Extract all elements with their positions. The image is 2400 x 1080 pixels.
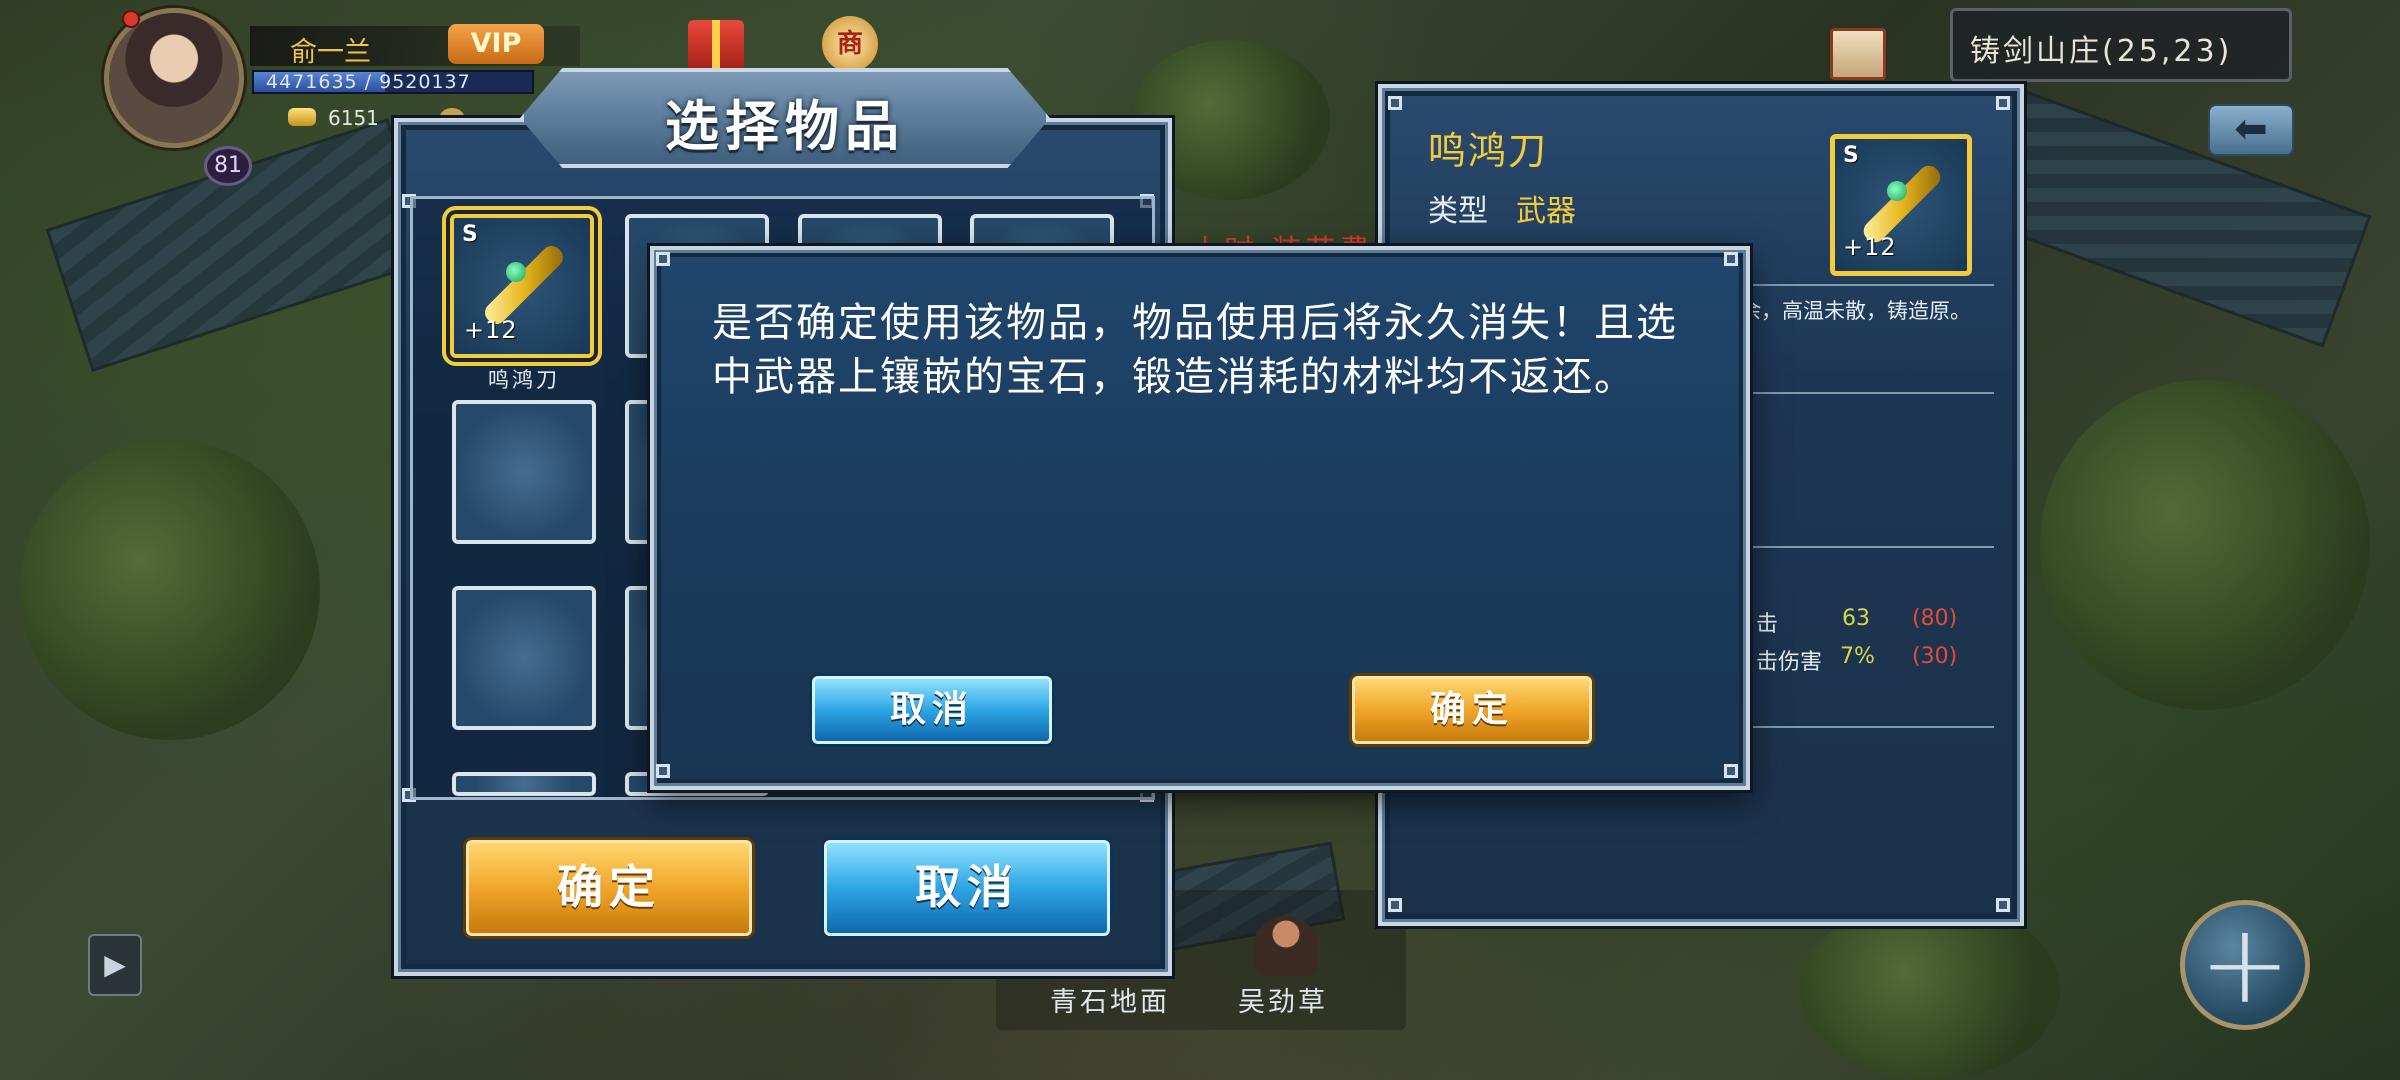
grade-badge: S [462, 222, 478, 247]
sword-gem [1887, 181, 1907, 201]
gold-amount: 6151 [328, 106, 379, 130]
item-slot[interactable] [452, 772, 596, 796]
select-cancel-button[interactable]: 取消 [824, 840, 1110, 936]
item-type-value: 武器 [1516, 194, 1576, 229]
dialog-confirm-button[interactable]: 确定 [1352, 676, 1592, 744]
grade-badge: S [1843, 143, 1859, 168]
panel-corner [1388, 898, 1402, 912]
stat-label: 击 [1756, 612, 1779, 637]
player-level-badge: 81 [204, 146, 252, 186]
panel-corner [1996, 96, 2010, 110]
item-type-label: 类型 [1428, 194, 1488, 229]
dialog-corner [1724, 252, 1738, 266]
dialog-corner [656, 252, 670, 266]
background-tree [1800, 900, 2060, 1080]
item-slot-selected[interactable]: S +12 [450, 214, 594, 358]
hp-text: 4471635 / 9520137 [266, 71, 471, 93]
shop-glyph: 商 [822, 16, 878, 72]
notification-dot [122, 10, 140, 28]
event-book-icon[interactable] [1810, 14, 1900, 94]
plus-menu-button[interactable]: + [2180, 900, 2310, 1030]
sword-gem [506, 262, 526, 282]
player-avatar[interactable] [104, 8, 244, 148]
item-detail-slot: S +12 [1830, 134, 1972, 276]
dialog-corner [656, 764, 670, 778]
side-expand-button[interactable]: ▶ [88, 934, 142, 996]
book-shape [1830, 28, 1886, 80]
gold-ingot-icon [288, 108, 316, 126]
selected-item-name: 鸣鸿刀 [488, 368, 560, 392]
dialog-cancel-button[interactable]: 取消 [812, 676, 1052, 744]
select-confirm-button[interactable]: 确定 [466, 840, 752, 936]
stat-max: (30) [1912, 644, 1958, 669]
back-button[interactable]: ⬅ [2208, 104, 2294, 156]
vip-badge[interactable]: VIP [448, 24, 544, 64]
stat-value: 7% [1840, 644, 1875, 669]
stat-label: 击伤害 [1756, 650, 1823, 675]
stat-max: (80) [1912, 606, 1958, 631]
item-slot[interactable] [452, 400, 596, 544]
panel-corner [1388, 96, 1402, 110]
ground-tile-label[interactable]: 青石地面 [1050, 980, 1170, 1019]
select-item-title: 选择物品 [665, 95, 905, 158]
player-name: 俞一兰 [290, 37, 371, 68]
enhance-level: +12 [464, 316, 518, 344]
item-description: 余，高温未散，铸造原。 [1740, 299, 1971, 323]
confirm-dialog-message: 是否确定使用该物品，物品使用后将永久消失！且选中武器上镶嵌的宝石，锻造消耗的材料… [712, 300, 1678, 400]
background-tree [2040, 380, 2370, 710]
panel-corner [1996, 898, 2010, 912]
dialog-corner [1724, 764, 1738, 778]
stat-value: 63 [1842, 606, 1870, 631]
location-text: 铸剑山庄(25,23) [1970, 34, 2233, 69]
npc-portrait[interactable] [1254, 916, 1318, 976]
item-slot[interactable] [452, 586, 596, 730]
enhance-level: +12 [1843, 233, 1897, 261]
background-tree [20, 440, 320, 740]
gift-box-shape [688, 20, 744, 72]
npc-name-label[interactable]: 吴劲草 [1238, 980, 1328, 1019]
item-detail-name: 鸣鸿刀 [1428, 129, 1549, 173]
